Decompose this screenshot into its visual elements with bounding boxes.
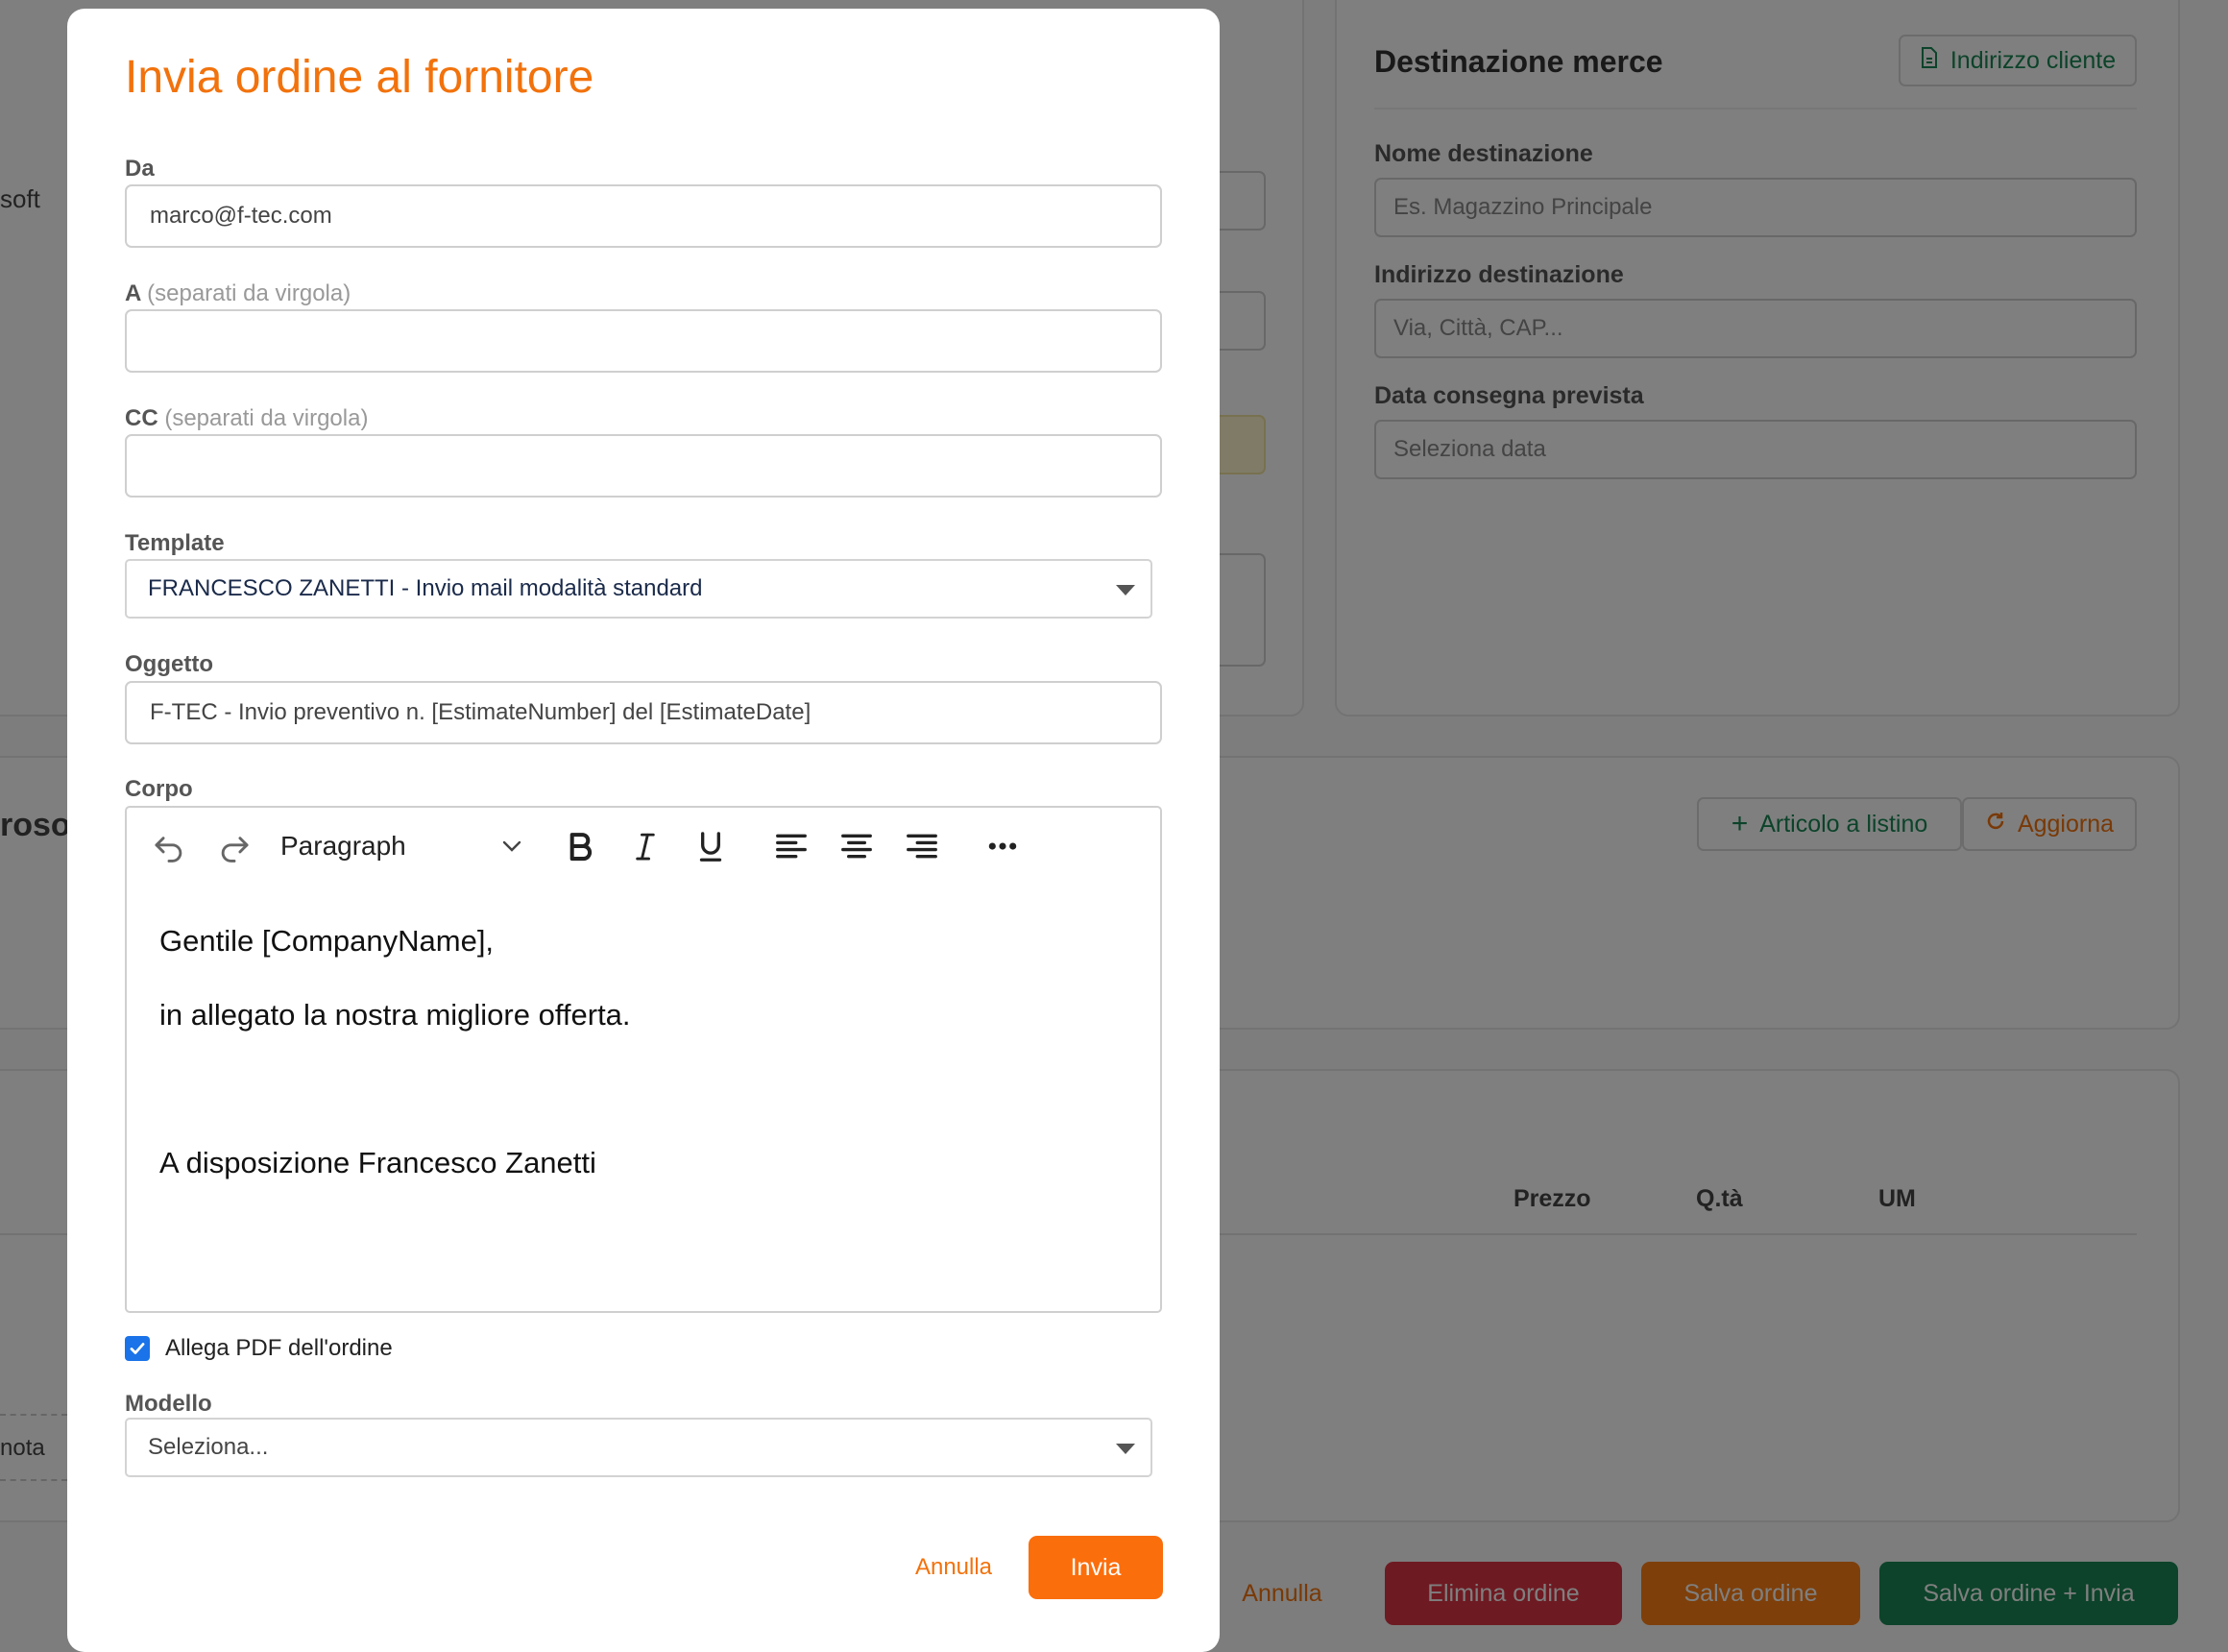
underline-icon[interactable] xyxy=(686,821,736,871)
align-right-icon[interactable] xyxy=(897,821,947,871)
model-select-value: Seleziona... xyxy=(148,1434,269,1460)
italic-icon[interactable] xyxy=(620,821,670,871)
modal-title: Invia ordine al fornitore xyxy=(125,52,594,103)
block-format-dropdown[interactable]: Paragraph xyxy=(280,821,526,871)
from-input[interactable]: marco@f-tec.com xyxy=(125,184,1162,248)
chevron-down-icon xyxy=(1116,1444,1135,1454)
block-format-value: Paragraph xyxy=(280,831,406,861)
align-center-icon[interactable] xyxy=(832,821,882,871)
attach-pdf-label[interactable]: Allega PDF dell'ordine xyxy=(165,1335,393,1362)
cc-label-hint: (separati da virgola) xyxy=(164,405,369,431)
body-paragraph: A disposizione Francesco Zanetti xyxy=(159,1146,596,1179)
subject-input[interactable]: F-TEC - Invio preventivo n. [EstimateNum… xyxy=(125,681,1162,744)
bold-icon[interactable] xyxy=(555,821,605,871)
editor-toolbar: Paragraph xyxy=(127,808,1160,887)
redo-icon[interactable] xyxy=(209,821,259,871)
more-icon[interactable] xyxy=(978,821,1028,871)
cc-label: CC (separati da virgola) xyxy=(125,405,368,432)
rich-text-editor[interactable]: Paragraph Gentile [CompanyName], in alle… xyxy=(125,806,1162,1313)
cc-label-text: CC xyxy=(125,405,158,431)
body-label: Corpo xyxy=(125,776,193,802)
chevron-down-icon xyxy=(497,832,526,867)
editor-content[interactable]: Gentile [CompanyName], in allegato la no… xyxy=(159,923,1127,1219)
cc-input[interactable] xyxy=(125,434,1162,498)
cancel-button[interactable]: Annulla xyxy=(891,1536,1016,1599)
template-select[interactable]: FRANCESCO ZANETTI - Invio mail modalità … xyxy=(125,559,1152,619)
checkmark-icon xyxy=(130,1343,145,1354)
body-paragraph: Gentile [CompanyName], xyxy=(159,924,495,958)
to-label-text: A xyxy=(125,280,141,306)
send-button[interactable]: Invia xyxy=(1029,1536,1163,1599)
attach-pdf-checkbox[interactable] xyxy=(125,1336,150,1361)
model-select[interactable]: Seleziona... xyxy=(125,1418,1152,1477)
to-label-hint: (separati da virgola) xyxy=(147,280,351,306)
template-label: Template xyxy=(125,530,225,556)
align-left-icon[interactable] xyxy=(766,821,816,871)
body-paragraph-empty xyxy=(159,1071,1127,1107)
undo-icon[interactable] xyxy=(144,821,194,871)
to-label: A (separati da virgola) xyxy=(125,280,351,307)
send-order-modal: Invia ordine al fornitore Da marco@f-tec… xyxy=(67,9,1220,1652)
model-label: Modello xyxy=(125,1391,212,1417)
chevron-down-icon xyxy=(1116,585,1135,595)
template-select-value: FRANCESCO ZANETTI - Invio mail modalità … xyxy=(148,575,703,601)
to-input[interactable] xyxy=(125,309,1162,373)
subject-label: Oggetto xyxy=(125,651,213,677)
body-paragraph: in allegato la nostra migliore offerta. xyxy=(159,998,631,1032)
from-label: Da xyxy=(125,156,155,182)
